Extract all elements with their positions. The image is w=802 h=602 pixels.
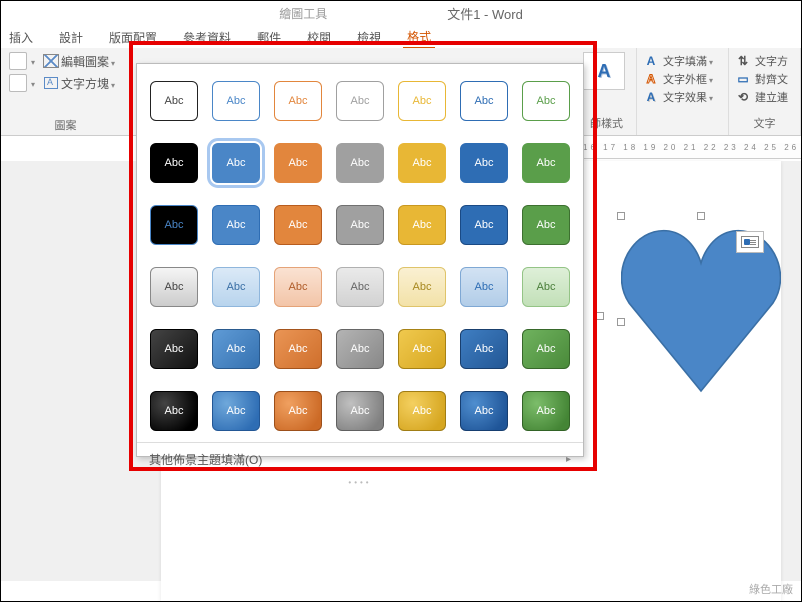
selection-handle[interactable]	[697, 212, 705, 220]
link-icon: ⟲	[735, 89, 751, 105]
gallery-grid: Abc Abc Abc Abc Abc Abc Abc Abc Abc Abc Abc Abc Abc A…	[137, 64, 583, 442]
style-swatch[interactable]: Abc	[522, 267, 570, 307]
shape-quick-row: 編輯圖案	[9, 52, 122, 70]
style-swatch[interactable]: Abc	[336, 391, 384, 431]
style-swatch[interactable]: Abc	[150, 391, 198, 431]
text-outline-button[interactable]: A 文字外框	[643, 70, 722, 88]
wordart-style-thumb[interactable]: A	[583, 52, 625, 90]
style-swatch[interactable]: Abc	[150, 205, 198, 245]
tab-references[interactable]: 參考資料	[179, 27, 235, 48]
style-swatch[interactable]: Abc	[274, 329, 322, 369]
shape-style-gallery: Abc Abc Abc Abc Abc Abc Abc Abc Abc Abc Abc Abc Abc A…	[136, 63, 584, 457]
textbox-button[interactable]: 文字方塊	[61, 75, 115, 92]
style-swatch[interactable]: Abc	[150, 81, 198, 121]
style-swatch[interactable]: Abc	[398, 81, 446, 121]
style-swatch[interactable]: Abc	[460, 143, 508, 183]
shape-picker2-caret-icon[interactable]	[29, 76, 35, 90]
style-swatch[interactable]: Abc	[460, 267, 508, 307]
style-swatch[interactable]: Abc	[460, 81, 508, 121]
create-link-button[interactable]: ⟲ 建立連	[735, 88, 794, 106]
style-swatch[interactable]: Abc	[274, 267, 322, 307]
style-swatch[interactable]: Abc	[522, 81, 570, 121]
style-swatch[interactable]: Abc	[336, 267, 384, 307]
tab-review[interactable]: 校閱	[303, 27, 335, 48]
contextual-tab-label: 繪圖工具	[279, 5, 327, 22]
text-fill-button[interactable]: A 文字填滿	[643, 52, 722, 70]
tab-mailings[interactable]: 郵件	[253, 27, 285, 48]
selection-handle[interactable]	[617, 318, 625, 326]
text-effects-button[interactable]: A 文字效果	[643, 88, 722, 106]
style-swatch[interactable]: Abc	[460, 329, 508, 369]
layout-options-button[interactable]	[736, 231, 764, 253]
style-swatch[interactable]: Abc	[274, 205, 322, 245]
gallery-footer-label: 其他佈景主題填滿(O)	[149, 451, 262, 468]
group-label-shapes: 圖案	[9, 115, 122, 133]
horizontal-ruler: 16 17 18 19 20 21 22 23 24 25 26 27	[581, 143, 801, 159]
text-direction-button[interactable]: ⇅ 文字方	[735, 52, 794, 70]
layout-options-icon	[741, 236, 759, 248]
tab-format[interactable]: 格式	[403, 26, 435, 49]
textbox-icon	[43, 75, 59, 91]
shape-picker2-button[interactable]	[9, 74, 27, 92]
style-swatch[interactable]: Abc	[212, 143, 260, 183]
group-label-text: 文字	[735, 113, 794, 131]
style-swatch[interactable]: Abc	[150, 143, 198, 183]
style-swatch[interactable]: Abc	[212, 329, 260, 369]
style-swatch[interactable]: Abc	[398, 329, 446, 369]
document-title: 文件1 - Word	[447, 4, 523, 23]
shape-picker-caret-icon[interactable]	[29, 54, 35, 68]
style-swatch[interactable]: Abc	[398, 391, 446, 431]
ribbon-tabs: 插入 設計 版面配置 參考資料 郵件 校閱 檢視 格式	[1, 26, 801, 48]
watermark: 綠色工廠	[749, 581, 793, 597]
style-swatch[interactable]: Abc	[522, 391, 570, 431]
shape-picker-button[interactable]	[9, 52, 27, 70]
heart-path	[622, 231, 781, 391]
selection-handle[interactable]	[596, 312, 604, 320]
group-insert-shapes: 編輯圖案 文字方塊 圖案	[1, 48, 131, 135]
tab-insert[interactable]: 插入	[5, 27, 37, 48]
gallery-other-fills[interactable]: 其他佈景主題填滿(O) ▸	[137, 442, 583, 476]
style-swatch[interactable]: Abc	[336, 81, 384, 121]
group-text-style: A 文字填滿 A 文字外框 A 文字效果	[637, 48, 729, 135]
style-swatch[interactable]: Abc	[522, 143, 570, 183]
title-bar: 繪圖工具 文件1 - Word	[1, 1, 801, 26]
style-swatch[interactable]: Abc	[522, 329, 570, 369]
edit-shape-button[interactable]: 編輯圖案	[61, 53, 115, 70]
style-swatch[interactable]: Abc	[336, 143, 384, 183]
style-swatch[interactable]: Abc	[274, 391, 322, 431]
style-swatch[interactable]: Abc	[460, 205, 508, 245]
tab-design[interactable]: 設計	[55, 27, 87, 48]
style-swatch[interactable]: Abc	[398, 267, 446, 307]
style-swatch[interactable]: Abc	[150, 329, 198, 369]
style-swatch[interactable]: Abc	[336, 329, 384, 369]
style-swatch[interactable]: Abc	[398, 205, 446, 245]
style-swatch[interactable]: Abc	[522, 205, 570, 245]
style-swatch[interactable]: Abc	[212, 205, 260, 245]
group-label-wordart: 師樣式	[583, 113, 630, 131]
style-swatch[interactable]: Abc	[212, 267, 260, 307]
tab-view[interactable]: 檢視	[353, 27, 385, 48]
text-effects-icon: A	[643, 89, 659, 105]
selection-handle[interactable]	[617, 212, 625, 220]
group-text: ⇅ 文字方 ▭ 對齊文 ⟲ 建立連 文字	[729, 48, 801, 135]
group-wordart-styles: A 師樣式	[577, 48, 637, 135]
gallery-resize-grip-icon[interactable]: ••••	[137, 476, 583, 491]
style-swatch[interactable]: Abc	[336, 205, 384, 245]
style-swatch[interactable]: Abc	[274, 81, 322, 121]
style-swatch[interactable]: Abc	[150, 267, 198, 307]
align-text-button[interactable]: ▭ 對齊文	[735, 70, 794, 88]
edit-shape-icon	[43, 53, 59, 69]
chevron-right-icon: ▸	[566, 454, 571, 465]
style-swatch[interactable]: Abc	[398, 143, 446, 183]
style-swatch[interactable]: Abc	[212, 81, 260, 121]
style-swatch[interactable]: Abc	[274, 143, 322, 183]
tab-layout[interactable]: 版面配置	[105, 27, 161, 48]
text-direction-icon: ⇅	[735, 53, 751, 69]
style-swatch[interactable]: Abc	[212, 391, 260, 431]
style-swatch[interactable]: Abc	[460, 391, 508, 431]
text-outline-icon: A	[643, 71, 659, 87]
text-fill-icon: A	[643, 53, 659, 69]
align-text-icon: ▭	[735, 71, 751, 87]
